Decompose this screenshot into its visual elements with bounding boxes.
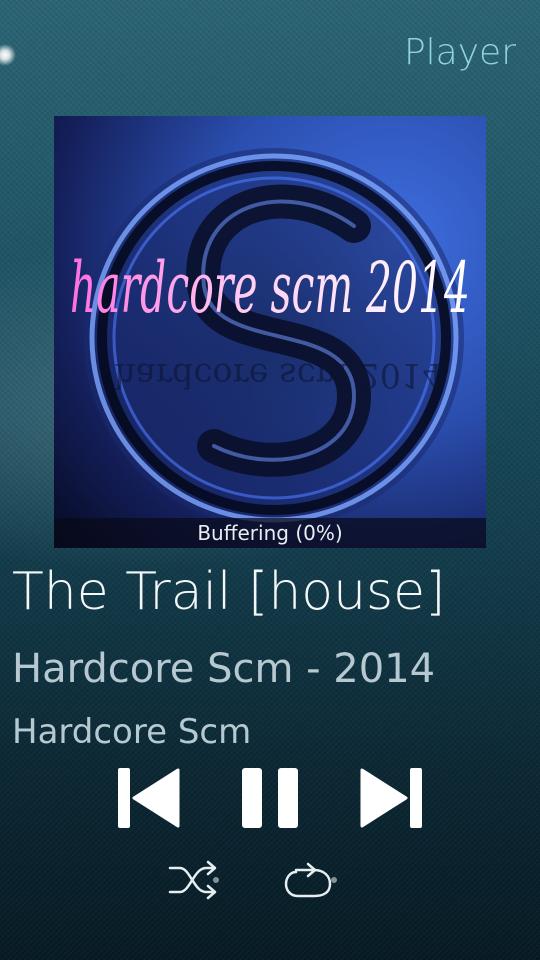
pause-button[interactable] [238, 764, 302, 832]
next-button[interactable] [358, 764, 426, 832]
shuffle-button[interactable] [166, 856, 222, 904]
page-header: Player [403, 32, 516, 73]
pulley-indicator [0, 44, 16, 66]
album-art-logo: hardcore scm 2014 hardcore scm 2014 [70, 148, 470, 528]
buffering-status: Buffering (0%) [54, 518, 486, 548]
pause-icon [242, 768, 298, 828]
previous-button[interactable] [114, 764, 182, 832]
next-icon [360, 768, 422, 828]
repeat-icon [284, 862, 337, 898]
track-album: Hardcore Scm - 2014 [12, 646, 436, 692]
album-art-text: hardcore scm 2014 [70, 247, 470, 329]
track-title: The Trail [house] [12, 562, 446, 622]
shuffle-icon [168, 860, 219, 900]
previous-icon [118, 768, 180, 828]
repeat-button[interactable] [280, 856, 340, 904]
svg-text:hardcore scm 2014: hardcore scm 2014 [114, 356, 444, 395]
track-artist: Hardcore Scm [12, 712, 252, 752]
album-art: hardcore scm 2014 hardcore scm 2014 Buff… [54, 116, 486, 548]
